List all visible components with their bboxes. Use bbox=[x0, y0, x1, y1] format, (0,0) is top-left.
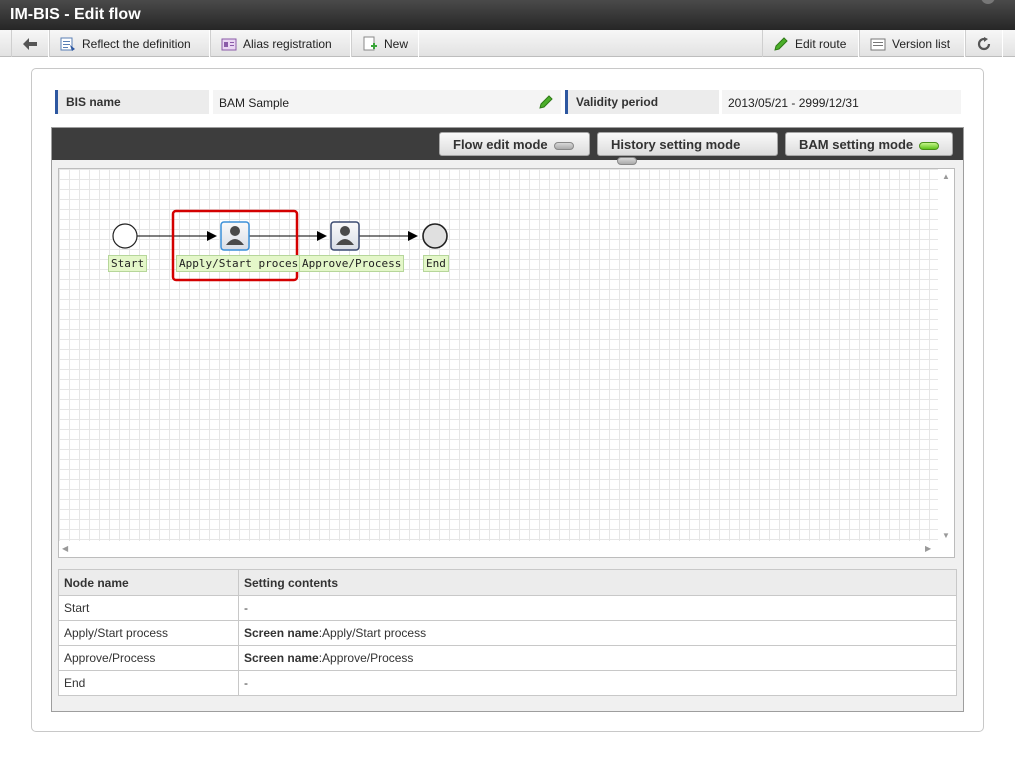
new-document-icon bbox=[362, 36, 378, 52]
edit-bis-name-icon[interactable] bbox=[538, 94, 554, 110]
scroll-left-icon[interactable]: ◀ bbox=[62, 544, 68, 553]
setting-key: Screen name bbox=[244, 626, 319, 640]
start-event-node[interactable] bbox=[112, 223, 138, 249]
apply-start-node-label: Apply/Start process bbox=[176, 255, 308, 272]
version-list-button[interactable]: Version list bbox=[859, 30, 965, 57]
setting-value: - bbox=[244, 601, 248, 615]
table-header-row: Node name Setting contents bbox=[58, 569, 957, 596]
flow-edit-mode-button[interactable]: Flow edit mode bbox=[439, 132, 590, 156]
flow-edit-mode-indicator bbox=[553, 141, 574, 150]
setting-contents-cell: - bbox=[238, 595, 957, 621]
table-row[interactable]: End - bbox=[58, 670, 957, 696]
bis-name-label: BIS name bbox=[55, 90, 209, 114]
bam-setting-mode-button[interactable]: BAM setting mode bbox=[785, 132, 953, 156]
mode-bar: Flow edit mode History setting mode BAM … bbox=[52, 128, 963, 165]
flow-diagram bbox=[112, 209, 448, 282]
setting-key: Screen name bbox=[244, 651, 319, 665]
node-name-cell: Apply/Start process bbox=[58, 620, 239, 646]
window-control-icon[interactable] bbox=[981, 0, 995, 4]
reflect-definition-icon bbox=[60, 36, 76, 52]
scroll-down-icon[interactable]: ▼ bbox=[942, 531, 950, 540]
validity-period-label: Validity period bbox=[565, 90, 719, 114]
approve-process-task-node[interactable] bbox=[330, 221, 360, 251]
list-icon bbox=[870, 36, 886, 52]
node-name-cell: End bbox=[58, 670, 239, 696]
history-setting-mode-button[interactable]: History setting mode bbox=[597, 132, 778, 165]
column-header-node-name: Node name bbox=[58, 569, 239, 596]
flow-canvas[interactable]: Start Apply/Start process Approve/Proces… bbox=[58, 168, 955, 558]
bam-setting-mode-label: BAM setting mode bbox=[799, 137, 914, 152]
horizontal-scrollbar[interactable]: ◀ ▶ bbox=[59, 541, 939, 557]
toolbar: Reflect the definition Alias registratio… bbox=[0, 30, 1015, 57]
table-row[interactable]: Start - bbox=[58, 595, 957, 621]
edit-route-button[interactable]: Edit route bbox=[762, 30, 859, 57]
column-header-setting-contents: Setting contents bbox=[238, 569, 957, 596]
refresh-icon bbox=[977, 36, 991, 50]
pencil-icon bbox=[773, 36, 789, 52]
refresh-button[interactable] bbox=[965, 30, 1003, 57]
edit-route-label: Edit route bbox=[795, 36, 847, 51]
flow-editor: Flow edit mode History setting mode BAM … bbox=[51, 127, 964, 712]
window-title: IM-BIS - Edit flow bbox=[10, 6, 141, 23]
window-title-bar: IM-BIS - Edit flow bbox=[0, 0, 1015, 30]
setting-value: :Approve/Process bbox=[318, 651, 414, 665]
bam-setting-mode-indicator bbox=[919, 141, 940, 150]
reflect-definition-label: Reflect the definition bbox=[82, 36, 191, 51]
approve-process-node-label: Approve/Process bbox=[299, 255, 405, 272]
table-row[interactable]: Apply/Start process Screen name:Apply/St… bbox=[58, 620, 957, 646]
setting-value: :Apply/Start process bbox=[318, 626, 427, 640]
setting-contents-cell: - bbox=[238, 670, 957, 696]
validity-period-value: 2013/05/21 - 2999/12/31 bbox=[722, 90, 961, 114]
table-row[interactable]: Approve/Process Screen name:Approve/Proc… bbox=[58, 645, 957, 671]
setting-contents-cell: Screen name:Approve/Process bbox=[238, 645, 957, 671]
node-name-cell: Start bbox=[58, 595, 239, 621]
alias-registration-icon bbox=[221, 36, 237, 52]
end-node-label: End bbox=[423, 255, 449, 272]
end-event-node[interactable] bbox=[422, 223, 448, 249]
start-node-label: Start bbox=[108, 255, 148, 272]
new-label: New bbox=[384, 36, 409, 51]
reflect-definition-button[interactable]: Reflect the definition bbox=[49, 30, 210, 57]
back-arrow-icon bbox=[23, 37, 37, 50]
flow-edit-mode-label: Flow edit mode bbox=[453, 137, 548, 152]
version-list-label: Version list bbox=[892, 36, 951, 51]
vertical-scrollbar[interactable]: ▲ ▼ bbox=[938, 169, 954, 544]
new-button[interactable]: New bbox=[351, 30, 419, 57]
back-button[interactable] bbox=[11, 30, 49, 57]
scroll-right-icon[interactable]: ▶ bbox=[925, 544, 931, 553]
bis-name-text: BAM Sample bbox=[219, 96, 290, 110]
history-setting-mode-label: History setting mode bbox=[611, 137, 741, 152]
setting-contents-cell: Screen name:Apply/Start process bbox=[238, 620, 957, 646]
bis-name-value: BAM Sample bbox=[213, 90, 561, 114]
apply-start-task-node[interactable] bbox=[220, 221, 250, 251]
alias-registration-label: Alias registration bbox=[243, 36, 332, 51]
node-name-cell: Approve/Process bbox=[58, 645, 239, 671]
node-settings-table: Node name Setting contents Start - Apply… bbox=[58, 569, 957, 696]
scroll-up-icon[interactable]: ▲ bbox=[942, 172, 950, 181]
history-setting-mode-indicator bbox=[617, 156, 637, 165]
setting-value: - bbox=[244, 676, 248, 690]
alias-registration-button[interactable]: Alias registration bbox=[210, 30, 351, 57]
